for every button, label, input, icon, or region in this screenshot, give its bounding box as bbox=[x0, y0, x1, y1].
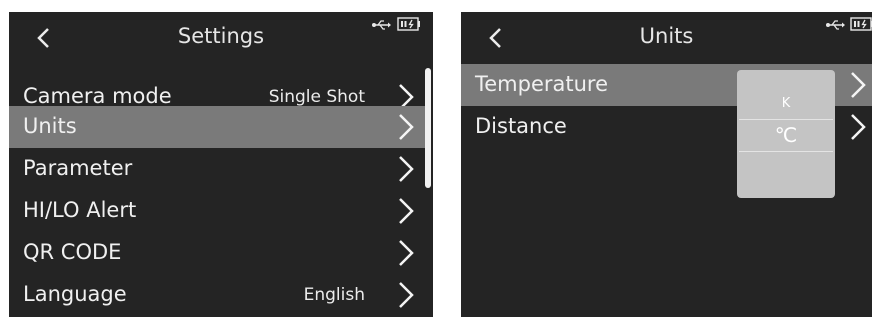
chevron-right-icon bbox=[399, 198, 414, 224]
chevron-right-icon bbox=[399, 156, 414, 182]
menu-item-label: Distance bbox=[475, 114, 567, 138]
chevron-right-icon bbox=[399, 240, 414, 266]
menu-item-label: Camera mode bbox=[23, 84, 172, 108]
chevron-right-icon bbox=[399, 114, 414, 140]
scrollbar[interactable] bbox=[425, 68, 431, 188]
usb-icon bbox=[826, 20, 845, 30]
menu-item-label: QR CODE bbox=[23, 240, 122, 264]
menu-item-hi-lo-alert[interactable]: HI/LO Alert bbox=[9, 190, 425, 232]
menu-item-parameter[interactable]: Parameter bbox=[9, 148, 425, 190]
picker-divider bbox=[739, 151, 833, 152]
unit-option-k[interactable]: K bbox=[737, 96, 835, 111]
menu-item-value: Single Shot bbox=[268, 87, 365, 107]
units-header: Units bbox=[461, 12, 872, 64]
menu-item-label: Parameter bbox=[23, 156, 133, 180]
battery-charging-icon bbox=[850, 17, 872, 31]
menu-item-language[interactable]: Language English bbox=[9, 274, 425, 316]
menu-item-qr-code[interactable]: QR CODE bbox=[9, 232, 425, 274]
chevron-right-icon bbox=[399, 282, 414, 308]
menu-item-value: English bbox=[303, 285, 365, 305]
page-title: Settings bbox=[177, 24, 265, 48]
chevron-right-icon bbox=[851, 114, 866, 140]
temperature-unit-picker: K ℃ bbox=[737, 70, 835, 198]
units-screen: Units Temperature Distance K ℃ bbox=[461, 12, 872, 317]
battery-charging-icon bbox=[397, 17, 420, 31]
menu-item-units[interactable]: Units bbox=[9, 106, 425, 148]
menu-item-label: Language bbox=[23, 282, 127, 306]
unit-option-celsius[interactable]: ℃ bbox=[737, 123, 835, 147]
menu-item-label: Temperature bbox=[475, 72, 609, 96]
chevron-right-icon bbox=[851, 72, 866, 98]
settings-screen: Settings Camera mode Single Shot Units P… bbox=[9, 12, 433, 317]
usb-icon bbox=[372, 20, 391, 30]
menu-item-label: HI/LO Alert bbox=[23, 198, 137, 222]
settings-header: Settings bbox=[9, 12, 433, 64]
picker-divider bbox=[739, 119, 833, 120]
menu-item-label: Units bbox=[23, 114, 77, 138]
page-title: Units bbox=[639, 24, 694, 48]
